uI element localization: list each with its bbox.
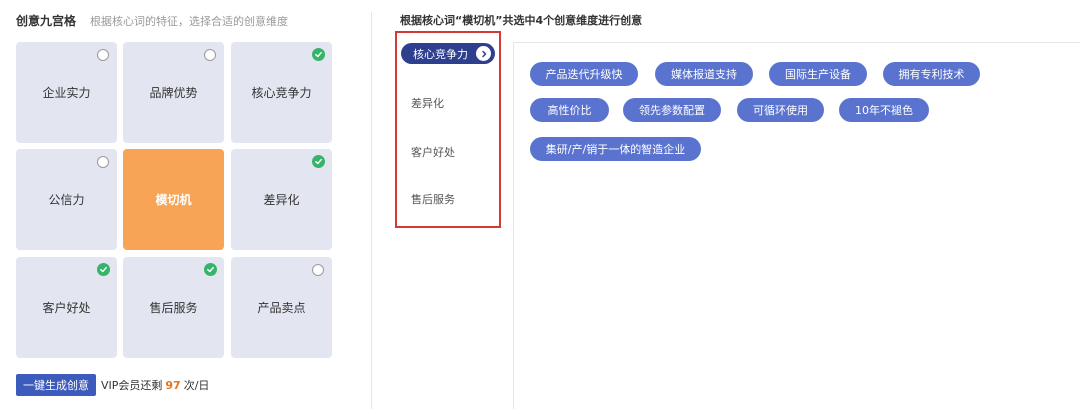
grid-cell-label: 产品卖点 — [257, 301, 306, 315]
dimension-tab-customer-benefit[interactable]: 客户好处 — [411, 144, 455, 160]
chevron-right-icon — [476, 46, 491, 61]
checkmark-icon[interactable] — [312, 48, 325, 61]
keyword-chip[interactable]: 媒体报道支持 — [655, 62, 753, 86]
grid-cell-label: 售后服务 — [149, 301, 198, 315]
keyword-chip[interactable]: 集研/产/销于一体的智造企业 — [530, 137, 701, 161]
dimension-tab-list: 核心竞争力 差异化 客户好处 售后服务 — [395, 31, 501, 228]
keyword-chip[interactable]: 拥有专利技术 — [883, 62, 980, 86]
grid-header: 创意九宫格 根据核心词的特征，选择合适的创意维度 — [16, 12, 288, 29]
creative-nine-grid: 企业实力 品牌优势 核心竞争力 公信力 模切机 差异化 客户好处 售后服务 产品… — [16, 42, 332, 358]
grid-cell-differentiation[interactable]: 差异化 — [231, 149, 332, 250]
grid-cell-label: 品牌优势 — [149, 86, 198, 100]
generate-row: 一键生成创意 VIP会员还剩 97 次/日 — [16, 374, 209, 396]
grid-cell-label: 企业实力 — [42, 86, 91, 100]
checkmark-icon[interactable] — [97, 263, 110, 276]
vip-prefix: VIP会员还剩 — [101, 379, 163, 392]
checkmark-icon[interactable] — [204, 263, 217, 276]
keyword-chip[interactable]: 领先参数配置 — [623, 98, 721, 122]
dimension-tab-after-sales[interactable]: 售后服务 — [411, 191, 455, 207]
keyword-chip[interactable]: 10年不褪色 — [839, 98, 929, 122]
keyword-panel: 产品迭代升级快 媒体报道支持 国际生产设备 拥有专利技术 高性价比 领先参数配置… — [513, 42, 1080, 409]
grid-cell-label: 核心竞争力 — [251, 86, 312, 100]
radio-unchecked-icon[interactable] — [312, 264, 324, 276]
grid-title: 创意九宫格 — [16, 14, 77, 28]
vip-suffix: 次/日 — [183, 379, 210, 392]
vip-count: 97 — [165, 379, 181, 392]
grid-cell-enterprise-strength[interactable]: 企业实力 — [16, 42, 117, 143]
grid-cell-core-competitiveness[interactable]: 核心竞争力 — [231, 42, 332, 143]
generate-button[interactable]: 一键生成创意 — [16, 374, 96, 396]
grid-cell-core-keyword: 模切机 — [123, 149, 224, 250]
grid-cell-brand-advantage[interactable]: 品牌优势 — [123, 42, 224, 143]
grid-cell-label: 客户好处 — [42, 301, 91, 315]
grid-cell-customer-benefit[interactable]: 客户好处 — [16, 257, 117, 358]
vip-quota: VIP会员还剩 97 次/日 — [101, 377, 209, 393]
keyword-chip[interactable]: 国际生产设备 — [769, 62, 867, 86]
dimension-tab-core-competitiveness[interactable]: 核心竞争力 — [401, 43, 495, 64]
radio-unchecked-icon[interactable] — [204, 49, 216, 61]
keyword-chip[interactable]: 可循环使用 — [737, 98, 824, 122]
selection-summary: 根据核心词“模切机”共选中4个创意维度进行创意 — [400, 14, 643, 27]
grid-subtitle: 根据核心词的特征，选择合适的创意维度 — [90, 15, 289, 28]
grid-cell-after-sales[interactable]: 售后服务 — [123, 257, 224, 358]
grid-cell-selling-point[interactable]: 产品卖点 — [231, 257, 332, 358]
grid-cell-credibility[interactable]: 公信力 — [16, 149, 117, 250]
panel-divider — [371, 12, 372, 409]
grid-cell-label: 公信力 — [48, 193, 85, 207]
radio-unchecked-icon[interactable] — [97, 49, 109, 61]
keyword-chip[interactable]: 产品迭代升级快 — [530, 62, 638, 86]
checkmark-icon[interactable] — [312, 155, 325, 168]
core-keyword-label: 模切机 — [155, 193, 192, 207]
grid-cell-label: 差异化 — [263, 193, 300, 207]
radio-unchecked-icon[interactable] — [97, 156, 109, 168]
dimension-tab-label: 核心竞争力 — [413, 47, 468, 61]
keyword-chip[interactable]: 高性价比 — [530, 98, 609, 122]
dimension-tab-differentiation[interactable]: 差异化 — [411, 95, 444, 111]
